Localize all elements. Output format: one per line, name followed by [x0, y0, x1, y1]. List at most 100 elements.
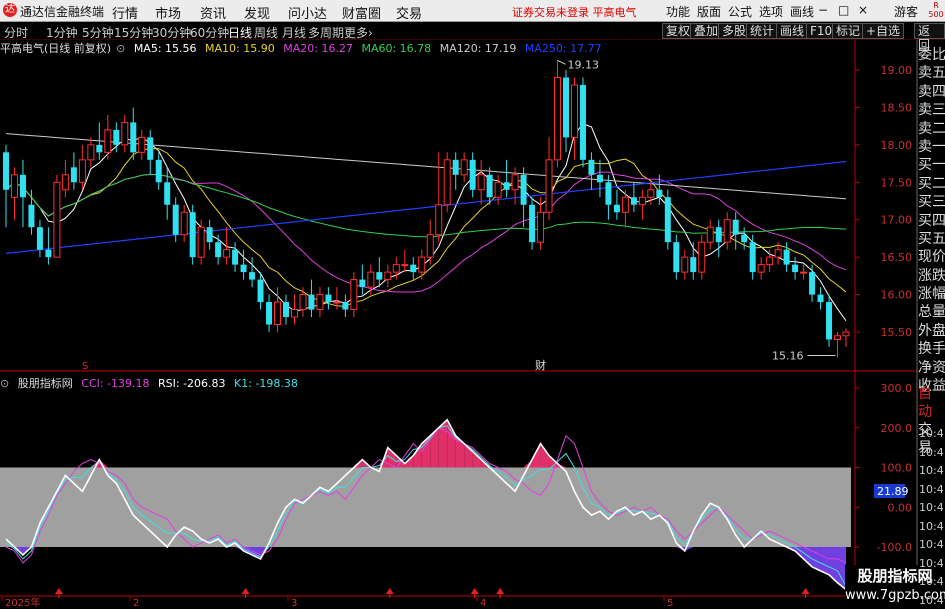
- candle-body-up: [621, 196, 629, 213]
- quote-side-0[interactable]: 委比: [918, 46, 945, 64]
- side-time-3: 10:41: [919, 482, 945, 496]
- candle-body-up: [121, 121, 129, 146]
- menu-gongneng[interactable]: 功能: [666, 3, 690, 20]
- candle-body-up: [834, 335, 842, 340]
- period-month[interactable]: 月线: [282, 24, 306, 41]
- quote-side-9[interactable]: 买四: [918, 212, 945, 230]
- menu-banmian[interactable]: 版面: [697, 3, 721, 20]
- quote-side-10[interactable]: 买五: [918, 230, 945, 248]
- candle-body-up: [638, 196, 646, 206]
- quote-side-14[interactable]: 总量: [918, 303, 945, 321]
- time-label: 3: [291, 598, 297, 609]
- minimize-button[interactable]: −: [818, 3, 828, 17]
- candle-body-up: [138, 136, 146, 153]
- candle-body-down: [579, 84, 586, 160]
- candle-body-down: [732, 219, 739, 235]
- back-button[interactable]: 返回: [914, 23, 945, 52]
- period-1min[interactable]: 1分钟: [46, 24, 78, 41]
- ma20-label: MA20: 16.27: [283, 42, 353, 55]
- candle-body-down: [749, 242, 756, 273]
- candle-body-up: [290, 309, 298, 318]
- quote-side-11[interactable]: 现价: [918, 248, 945, 266]
- quote-side-4[interactable]: 卖二: [918, 120, 945, 138]
- menu-jiaoyi[interactable]: 交易: [396, 3, 422, 22]
- indicator-collapse-icon[interactable]: ⊙: [0, 377, 9, 390]
- period-week[interactable]: 周线: [254, 24, 278, 41]
- quote-side-7[interactable]: 买二: [918, 175, 945, 193]
- r500-badge: R 500: [928, 1, 944, 21]
- quote-side2-0[interactable]: 自动: [918, 385, 945, 421]
- menu-hangqing[interactable]: 行情: [112, 3, 138, 22]
- quote-side-12[interactable]: 涨跌: [918, 267, 945, 285]
- ma10-label: MA10: 15.90: [205, 42, 275, 55]
- candle-body-up: [800, 271, 808, 274]
- candle-body-down: [215, 242, 222, 258]
- mark-button[interactable]: 标记: [832, 23, 865, 39]
- maximize-button[interactable]: □: [838, 3, 849, 17]
- candle-body-down: [520, 174, 527, 205]
- menu-gongshi[interactable]: 公式: [728, 3, 752, 20]
- quote-side-1[interactable]: 卖五: [918, 64, 945, 82]
- menu-wenxiaoda[interactable]: 问小达: [288, 3, 327, 22]
- period-day[interactable]: 日线: [228, 24, 252, 41]
- menu-caifuquan[interactable]: 财富圈: [342, 3, 381, 22]
- candle-body-up: [384, 271, 392, 281]
- period-5min[interactable]: 5分钟: [82, 24, 114, 41]
- quote-side-13[interactable]: 涨幅: [918, 285, 945, 303]
- drawline-button[interactable]: 画线: [776, 23, 809, 39]
- candle-body-down: [283, 302, 289, 318]
- menu-zixun[interactable]: 资讯: [200, 3, 226, 22]
- login-warning[interactable]: 证券交易未登录 平高电气: [512, 4, 637, 20]
- candle-body-down: [249, 272, 256, 280]
- indicator-header: ⊙ 股朋指标网 CCI: -139.18 RSI: -206.83 K1: -1…: [0, 375, 875, 390]
- candle-body-down: [792, 264, 799, 273]
- quote-side-2[interactable]: 卖四: [918, 83, 945, 101]
- period-60min[interactable]: 60分钟: [190, 24, 229, 41]
- title-bar: 达 通达信金融终端 行情 市场 资讯 发现 问小达 财富圈 交易 证券交易未登录…: [0, 0, 945, 22]
- candle-body-up: [426, 234, 434, 258]
- time-label: 2025年: [5, 596, 40, 609]
- candle-body-up: [681, 256, 689, 273]
- guest-label[interactable]: 游客: [894, 3, 918, 20]
- collapse-icon[interactable]: ⊙: [116, 42, 125, 55]
- period-30min[interactable]: 30分钟: [152, 24, 191, 41]
- candle-body-up: [274, 301, 282, 326]
- menu-shichang[interactable]: 市场: [155, 3, 181, 22]
- candle-body-down: [809, 272, 816, 295]
- candle-body-down: [19, 174, 26, 198]
- candle-body-up: [757, 264, 765, 273]
- time-label: 4: [480, 598, 486, 609]
- add-watchlist-button[interactable]: +自选: [862, 23, 905, 39]
- period-15min[interactable]: 15分钟: [114, 24, 153, 41]
- candle-body-down: [783, 249, 790, 265]
- price-tick-label: 18.00: [881, 139, 913, 152]
- candle-body-down: [503, 182, 510, 190]
- close-button[interactable]: ×: [858, 3, 868, 17]
- low-price-label: 15.16: [772, 349, 804, 362]
- quote-side-3[interactable]: 卖三: [918, 101, 945, 119]
- candle-body-up: [698, 241, 706, 273]
- quote-side-15[interactable]: 外盘: [918, 322, 945, 340]
- candle-body-down: [486, 174, 493, 198]
- menu-huaxian[interactable]: 画线: [790, 3, 814, 20]
- quote-side-5[interactable]: 卖一: [918, 138, 945, 156]
- candle-body-down: [715, 227, 722, 243]
- quote-side-8[interactable]: 买三: [918, 193, 945, 211]
- stats-button[interactable]: 统计: [746, 23, 779, 39]
- indicator-tick-label: 200.0: [881, 422, 913, 435]
- candle-body-up: [78, 159, 86, 183]
- period-fenshi[interactable]: 分时: [4, 24, 28, 41]
- period-multi[interactable]: 多周期: [308, 24, 344, 41]
- candle-body-down: [3, 152, 9, 190]
- candle-body-up: [443, 159, 451, 206]
- quote-side-17[interactable]: 净资: [918, 359, 945, 377]
- candle-body-down: [817, 294, 824, 303]
- candle-body-down: [605, 182, 612, 205]
- quote-side-16[interactable]: 换手: [918, 340, 945, 358]
- candle-body-down: [155, 159, 162, 183]
- stock-title: 平高电气(日线 前复权): [0, 42, 112, 55]
- period-more[interactable]: 更多›: [344, 24, 373, 41]
- quote-side-6[interactable]: 买一: [918, 156, 945, 174]
- menu-faxian[interactable]: 发现: [244, 3, 270, 22]
- menu-xuanxiang[interactable]: 选项: [759, 3, 783, 20]
